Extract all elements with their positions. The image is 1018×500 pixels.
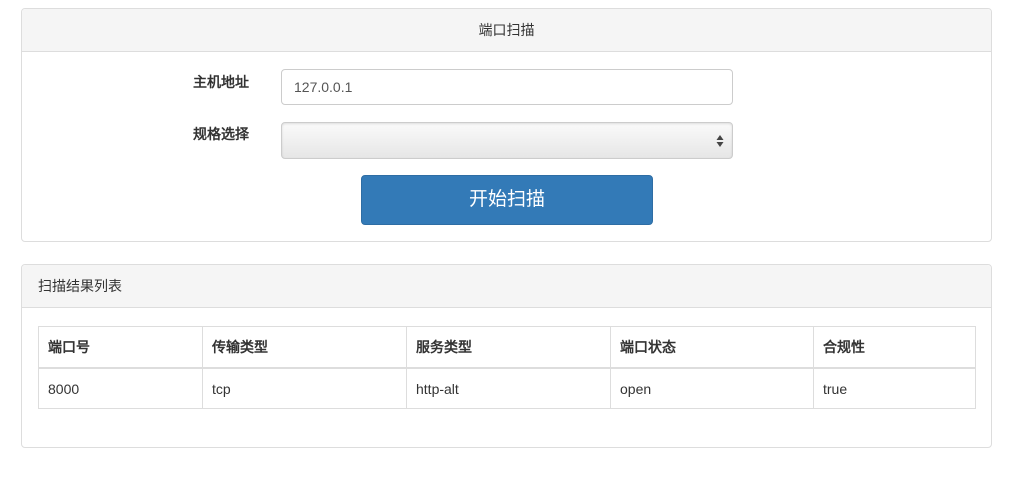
column-header-port-state: 端口状态 [610,326,814,369]
cell-compliance: true [813,367,976,409]
scan-results-table: 端口号 传输类型 服务类型 端口状态 合规性 8000 tcp http-alt… [38,326,976,409]
port-scan-panel-title: 端口扫描 [22,9,991,52]
select-arrows-icon [716,135,724,147]
start-scan-button[interactable]: 开始扫描 [361,175,653,225]
host-address-input[interactable] [281,69,733,105]
table-header-row: 端口号 传输类型 服务类型 端口状态 合规性 [38,326,976,369]
column-header-transport: 传输类型 [202,326,407,369]
scan-results-panel-title: 扫描结果列表 [22,265,991,308]
column-header-port: 端口号 [38,326,203,369]
cell-service: http-alt [406,367,611,409]
spec-select-label: 规格选择 [193,126,249,142]
table-row: 8000 tcp http-alt open true [38,367,976,409]
cell-transport: tcp [202,367,407,409]
spec-select[interactable] [281,122,733,159]
port-scan-panel: 端口扫描 主机地址 规格选择 开始扫描 [21,8,992,242]
host-address-label: 主机地址 [193,74,249,90]
scan-results-panel: 扫描结果列表 端口号 传输类型 服务类型 端口状态 合规性 8000 tcp h… [21,264,992,448]
column-header-service: 服务类型 [406,326,611,369]
cell-port: 8000 [38,367,203,409]
column-header-compliance: 合规性 [813,326,976,369]
cell-port-state: open [610,367,814,409]
